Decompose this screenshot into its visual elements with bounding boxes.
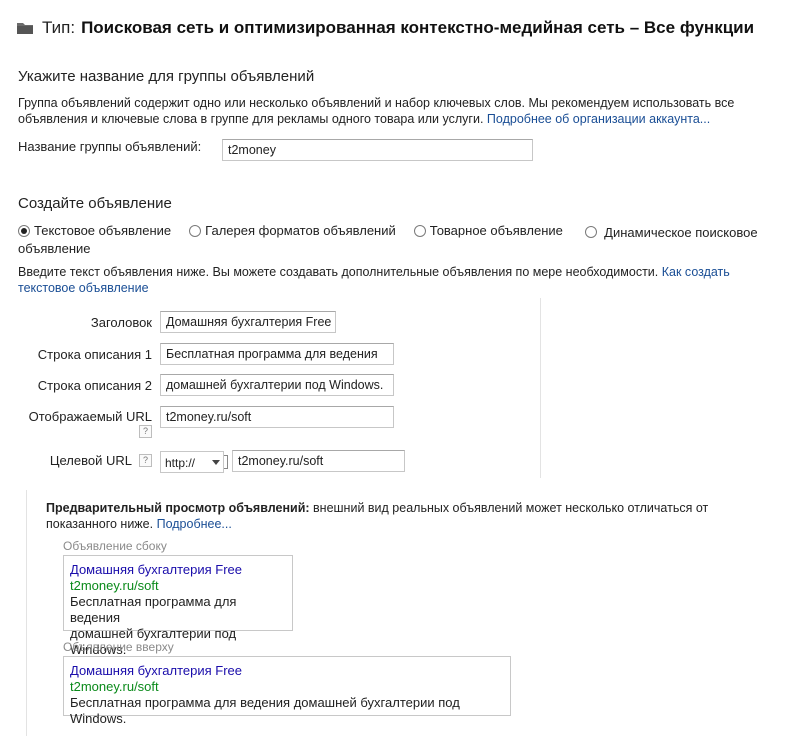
side-ad-caption: Объявление сбоку: [63, 539, 167, 553]
ad-group-section-title: Укажите название для группы объявлений: [18, 68, 315, 85]
campaign-type-row: Тип: Поисковая сеть и оптимизированная к…: [16, 14, 754, 42]
side-ad-preview: Домашняя бухгалтерия Free t2money.ru/sof…: [63, 555, 293, 657]
protocol-select[interactable]: http://: [160, 451, 224, 473]
type-label: Тип:: [42, 18, 76, 37]
top-ad-caption: Объявление вверху: [63, 640, 174, 654]
ad-group-description: Группа объявлений содержит одно или неск…: [18, 95, 778, 127]
form-divider: [540, 298, 541, 478]
destination-url-input[interactable]: t2money.ru/soft: [232, 450, 405, 472]
description-line-1-input[interactable]: Бесплатная программа для ведения: [160, 343, 394, 365]
radio-button[interactable]: [189, 225, 202, 237]
ad-instruction: Введите текст объявления ниже. Вы можете…: [18, 264, 778, 296]
display-url-label: Отображаемый URL: [28, 409, 152, 424]
ad-type-radio-group: Текстовое объявление Галерея форматов об…: [18, 223, 788, 257]
side-ad-title: Домашняя бухгалтерия Free: [70, 562, 242, 577]
ad-type-text[interactable]: Текстовое объявление: [18, 223, 171, 239]
preview-heading: Предварительный просмотр объявлений: вне…: [46, 500, 746, 532]
type-value: Поисковая сеть и оптимизированная контек…: [81, 18, 755, 37]
headline-input[interactable]: Домашняя бухгалтерия Free: [160, 311, 336, 333]
radio-button[interactable]: [584, 226, 597, 238]
top-ad-preview: Домашняя бухгалтерия Free t2money.ru/sof…: [63, 656, 511, 726]
ad-instruction-text: Введите текст объявления ниже. Вы можете…: [18, 265, 659, 279]
preview-heading-bold: Предварительный просмотр объявлений:: [46, 501, 310, 515]
ad-type-product-label: Товарное объявление: [429, 223, 563, 238]
preview-divider: [26, 490, 27, 736]
help-icon[interactable]: ?: [139, 425, 152, 438]
ad-group-name-label: Название группы объявлений:: [18, 139, 202, 154]
protocol-separator: [224, 455, 228, 469]
create-ad-section-title: Создайте объявление: [18, 195, 172, 212]
ad-type-text-label: Текстовое объявление: [34, 223, 172, 238]
help-icon[interactable]: ?: [139, 454, 152, 467]
chevron-down-icon: [212, 460, 220, 465]
top-ad-title: Домашняя бухгалтерия Free: [70, 663, 242, 678]
description-line-2-label: Строка описания 2: [37, 378, 152, 393]
description-line-1-label: Строка описания 1: [37, 347, 152, 362]
side-ad-url: t2money.ru/soft: [70, 578, 159, 593]
ad-type-gallery-label: Галерея форматов объявлений: [205, 223, 396, 238]
destination-url-label: Целевой URL: [49, 453, 132, 468]
ad-type-product[interactable]: Товарное объявление: [413, 223, 563, 239]
radio-button[interactable]: [413, 225, 426, 237]
preview-more-link[interactable]: Подробнее...: [157, 517, 232, 531]
protocol-select-value: http://: [165, 456, 196, 470]
ad-type-gallery[interactable]: Галерея форматов объявлений: [189, 223, 396, 239]
account-organization-link[interactable]: Подробнее об организации аккаунта...: [487, 112, 710, 126]
radio-button-selected[interactable]: [18, 225, 30, 237]
folder-icon: [17, 23, 33, 34]
top-ad-url: t2money.ru/soft: [70, 679, 159, 694]
ad-group-name-input[interactable]: t2money: [222, 139, 533, 161]
top-ad-description: Бесплатная программа для ведения домашне…: [70, 695, 460, 726]
display-url-input[interactable]: t2money.ru/soft: [160, 406, 394, 428]
description-line-2-input[interactable]: домашней бухгалтерии под Windows.: [160, 374, 394, 396]
headline-label: Заголовок: [90, 315, 152, 330]
side-ad-line-1: Бесплатная программа для ведения: [70, 594, 237, 625]
